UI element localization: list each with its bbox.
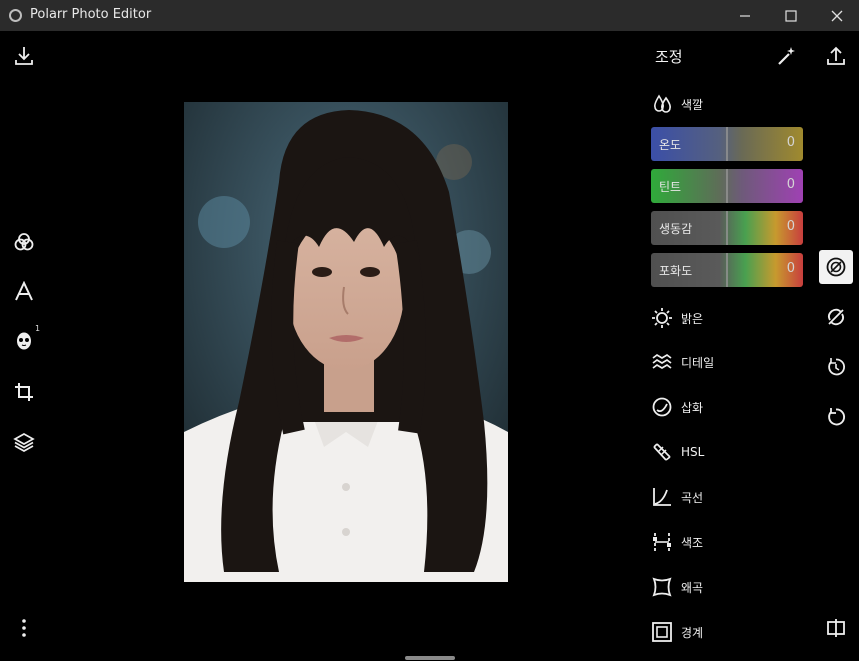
auto-enhance-button[interactable]	[771, 41, 801, 71]
section-curves[interactable]: 곡선	[650, 484, 703, 510]
section-detail-label: 디테일	[681, 355, 715, 370]
slider-value: 0	[786, 219, 795, 234]
reset-button[interactable]	[821, 402, 851, 432]
section-border[interactable]: 경계	[650, 619, 703, 645]
slider-label: 온도	[659, 138, 682, 152]
color-drops-icon	[650, 92, 674, 116]
section-toning[interactable]: 색조	[650, 529, 703, 555]
section-color[interactable]: 색깔	[650, 91, 703, 117]
adjust-icon	[826, 257, 846, 277]
section-light[interactable]: 밝은	[650, 305, 703, 331]
slider-saturation[interactable]: 포화도 0	[651, 253, 803, 287]
compare-icon	[827, 619, 845, 637]
erase-icon	[827, 308, 845, 326]
section-detail[interactable]: 디테일	[650, 349, 714, 375]
section-vignette[interactable]: 삽화	[650, 394, 703, 420]
magic-wand-icon	[778, 47, 795, 65]
reset-icon	[828, 408, 846, 426]
text-button[interactable]	[9, 277, 39, 307]
border-icon	[650, 620, 674, 644]
close-button[interactable]	[814, 0, 859, 31]
maximize-button[interactable]	[768, 0, 814, 31]
layers-button[interactable]	[9, 427, 39, 457]
slider-label: 틴트	[659, 180, 682, 194]
distortion-icon	[650, 575, 674, 599]
section-curves-label: 곡선	[681, 490, 704, 505]
slider-handle[interactable]	[726, 253, 728, 287]
slider-label: 포화도	[659, 264, 693, 278]
slider-handle[interactable]	[726, 127, 728, 161]
app-icon	[9, 9, 22, 22]
section-toning-label: 색조	[681, 535, 704, 550]
download-icon	[15, 47, 33, 65]
slider-vibrance[interactable]: 생동감 0	[651, 211, 803, 245]
text-icon	[15, 281, 33, 301]
close-icon	[831, 10, 843, 21]
slider-temperature[interactable]: 온도 0	[651, 127, 803, 161]
erase-button[interactable]	[821, 302, 851, 332]
window-title: Polarr Photo Editor	[30, 7, 152, 22]
section-color-label: 색깔	[681, 97, 704, 112]
slider-handle[interactable]	[726, 211, 728, 245]
history-button[interactable]	[821, 352, 851, 382]
section-distortion[interactable]: 왜곡	[650, 574, 703, 600]
face-icon	[17, 332, 31, 350]
more-button[interactable]	[9, 613, 39, 643]
portrait-image	[184, 102, 508, 582]
download-button[interactable]	[9, 41, 39, 71]
minimize-button[interactable]	[722, 0, 768, 31]
slider-value: 0	[786, 135, 795, 150]
section-distortion-label: 왜곡	[681, 580, 704, 595]
slider-value: 0	[786, 261, 795, 276]
history-icon	[828, 358, 845, 376]
slider-handle[interactable]	[726, 169, 728, 203]
more-icon	[22, 619, 26, 637]
panel-title: 조정	[655, 48, 683, 66]
export-button[interactable]	[821, 41, 851, 71]
sun-icon	[650, 306, 674, 330]
slider-label: 생동감	[659, 222, 693, 236]
section-hsl-label: HSL	[681, 445, 705, 459]
filters-button[interactable]	[9, 227, 39, 257]
horizontal-scrollbar[interactable]	[405, 656, 455, 660]
curve-icon	[650, 485, 674, 509]
slider-tint[interactable]: 틴트 0	[651, 169, 803, 203]
vignette-icon	[650, 395, 674, 419]
toning-icon	[650, 530, 674, 554]
minimize-icon	[740, 14, 750, 17]
adjust-tool-button[interactable]	[819, 250, 853, 284]
section-light-label: 밝은	[681, 311, 704, 326]
hsl-icon	[650, 440, 674, 464]
crop-button[interactable]	[9, 377, 39, 407]
export-icon	[827, 46, 845, 65]
section-border-label: 경계	[681, 625, 704, 640]
waves-icon	[650, 350, 674, 374]
title-bar: Polarr Photo Editor	[0, 0, 859, 31]
editor-area: 1 조정 색깔 온도 0 틴트 0 생동감 0 포화도 0 밝은 디테일 삽화 …	[0, 31, 859, 661]
crop-icon	[15, 383, 33, 401]
photo-canvas[interactable]	[184, 102, 508, 582]
face-badge: 1	[35, 324, 41, 333]
maximize-icon	[785, 9, 797, 22]
compare-button[interactable]	[821, 613, 851, 643]
section-hsl[interactable]: HSL	[650, 439, 704, 465]
filters-icon	[14, 233, 34, 251]
section-vignette-label: 삽화	[681, 400, 704, 415]
slider-value: 0	[786, 177, 795, 192]
layers-icon	[13, 433, 35, 452]
